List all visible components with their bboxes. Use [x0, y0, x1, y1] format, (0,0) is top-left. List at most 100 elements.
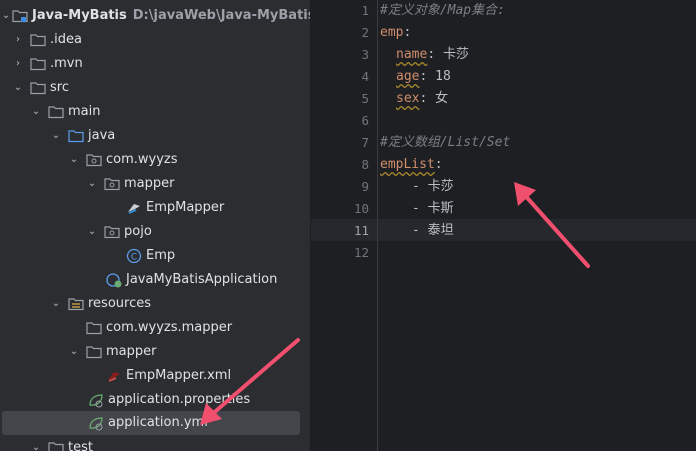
tree-item-label: com.wyyzs.mapper [106, 320, 233, 335]
tree-item-label: EmpMapper [146, 200, 225, 215]
tree-item-label: com.wyyzs [106, 152, 178, 167]
tree-item-empmapper-xml[interactable]: EmpMapper.xml [0, 364, 310, 388]
line-number-gutter: 1 2 3 4 5 6 7 8 9 10 11 12 [311, 0, 378, 451]
code-line-2: emp: [380, 22, 411, 44]
tree-item-root[interactable]: ⌄ Java-MyBatis D:\javaWeb\Java-MyBatis [0, 4, 310, 28]
code-line-4: age: 18 [396, 66, 451, 88]
chevron-down-icon[interactable]: ⌄ [0, 4, 12, 28]
chevron-down-icon[interactable]: ⌄ [30, 100, 42, 124]
mybatis-xml-icon [108, 372, 120, 382]
folder-icon [48, 442, 64, 451]
tree-item-label: Emp [146, 248, 176, 263]
root-path: D:\javaWeb\Java-MyBatis [132, 8, 310, 23]
mybatis-bird-icon [128, 204, 140, 214]
tree-item-label: pojo [124, 224, 152, 239]
line-number: 8 [361, 157, 369, 172]
yaml-key: name [396, 47, 428, 62]
yaml-list-dash: - [412, 201, 420, 216]
chevron-down-icon[interactable]: ⌄ [86, 220, 98, 244]
yaml-list-item: 卡斯 [427, 201, 454, 216]
spring-config-icon [89, 417, 103, 431]
tree-item-label: EmpMapper.xml [126, 368, 232, 383]
package-icon [104, 178, 120, 191]
line-number: 2 [361, 25, 369, 40]
chevron-down-icon[interactable]: ⌄ [86, 172, 98, 196]
line-number: 12 [353, 245, 369, 260]
tree-item-mapper-folder[interactable]: ⌄ mapper [0, 340, 310, 364]
class-icon: C [126, 248, 142, 264]
yaml-list-dash: - [412, 223, 420, 238]
tree-item-com-wyyzs[interactable]: ⌄ com.wyyzs [0, 148, 310, 172]
tree-item-label: test [68, 440, 93, 451]
tree-item-src[interactable]: ⌄ src [0, 76, 310, 100]
folder-icon [86, 322, 102, 335]
chevron-down-icon[interactable]: ⌄ [68, 148, 80, 172]
tree-item-label: mapper [124, 176, 175, 191]
code-editor[interactable]: 1 2 3 4 5 6 7 8 9 10 11 12 #定义对象/Map集合: … [311, 0, 696, 451]
yaml-key: sex [396, 91, 420, 106]
yaml-key: empList [380, 157, 435, 172]
folder-icon [86, 346, 102, 359]
tree-item-test[interactable]: ⌄ test [0, 436, 310, 451]
code-line-9: - 卡莎 [412, 176, 454, 198]
folder-module-icon [12, 10, 28, 23]
tree-item-label: .mvn [50, 56, 83, 71]
chevron-down-icon[interactable]: ⌄ [50, 292, 62, 316]
tree-item-label: main [68, 104, 101, 119]
tree-item-main[interactable]: ⌄ main [0, 100, 310, 124]
root-name: Java-MyBatis [32, 8, 127, 23]
chevron-down-icon[interactable]: ⌄ [68, 340, 80, 364]
line-number: 10 [353, 201, 369, 216]
tree-item-pojo[interactable]: ⌄ pojo [0, 220, 310, 244]
tree-item-empmapper[interactable]: EmpMapper [0, 196, 310, 220]
tree-item-mvn[interactable]: › .mvn [0, 52, 310, 76]
code-line-1: #定义对象/Map集合: [380, 3, 505, 18]
yaml-colon: : [419, 91, 428, 106]
yaml-colon: : [427, 47, 436, 62]
tree-item-label: java [88, 128, 116, 143]
tree-item-application-class[interactable]: JavaMyBatisApplication [0, 268, 310, 292]
line-number: 3 [361, 47, 369, 62]
tree-item-label: mapper [106, 344, 157, 359]
tree-item-idea[interactable]: › .idea [0, 28, 310, 52]
tree-item-label: JavaMyBatisApplication [126, 272, 278, 287]
line-number: 5 [361, 91, 369, 106]
chevron-down-icon[interactable]: ⌄ [30, 436, 42, 451]
yaml-value: 卡莎 [442, 47, 469, 62]
line-number-current: 11 [353, 223, 369, 238]
tree-item-java[interactable]: ⌄ java [0, 124, 310, 148]
folder-icon [30, 58, 46, 71]
yaml-value: 18 [435, 69, 451, 84]
root-label: Java-MyBatis D:\javaWeb\Java-MyBatis [32, 4, 310, 28]
tree-item-label: src [50, 80, 69, 95]
yaml-key: emp [380, 25, 404, 40]
spring-class-icon [106, 273, 122, 288]
line-number: 4 [361, 69, 369, 84]
line-number: 6 [361, 113, 369, 128]
chevron-down-icon[interactable]: ⌄ [50, 124, 62, 148]
tree-item-com-wyyzs-mapper[interactable]: com.wyyzs.mapper [0, 316, 310, 340]
chevron-right-icon[interactable]: › [12, 52, 24, 76]
package-icon [104, 226, 120, 239]
folder-icon [30, 82, 46, 95]
tree-item-emp[interactable]: C Emp [0, 244, 310, 268]
code-line-7: #定义数组/List/Set [380, 135, 511, 150]
project-tree-panel: ⌄ Java-MyBatis D:\javaWeb\Java-MyBatis › … [0, 0, 310, 451]
tree-item-mapper-package[interactable]: ⌄ mapper [0, 172, 310, 196]
tree-item-application-yml[interactable]: application.yml [2, 411, 300, 435]
yaml-value: 女 [435, 91, 449, 106]
line-number: 7 [361, 135, 369, 150]
code-line-5: sex: 女 [396, 88, 448, 110]
yaml-colon: : [434, 157, 443, 172]
tree-item-application-properties[interactable]: application.properties [0, 388, 310, 412]
tree-item-resources[interactable]: ⌄ resources [0, 292, 310, 316]
tree-item-label: .idea [50, 32, 82, 47]
chevron-down-icon[interactable]: ⌄ [12, 76, 24, 100]
line-number: 9 [361, 179, 369, 194]
tree-item-label: application.properties [108, 392, 251, 407]
yaml-colon: : [419, 69, 428, 84]
chevron-right-icon[interactable]: › [12, 28, 24, 52]
folder-icon [30, 34, 46, 47]
tree-item-label: resources [88, 296, 152, 311]
svg-text:C: C [131, 253, 137, 263]
